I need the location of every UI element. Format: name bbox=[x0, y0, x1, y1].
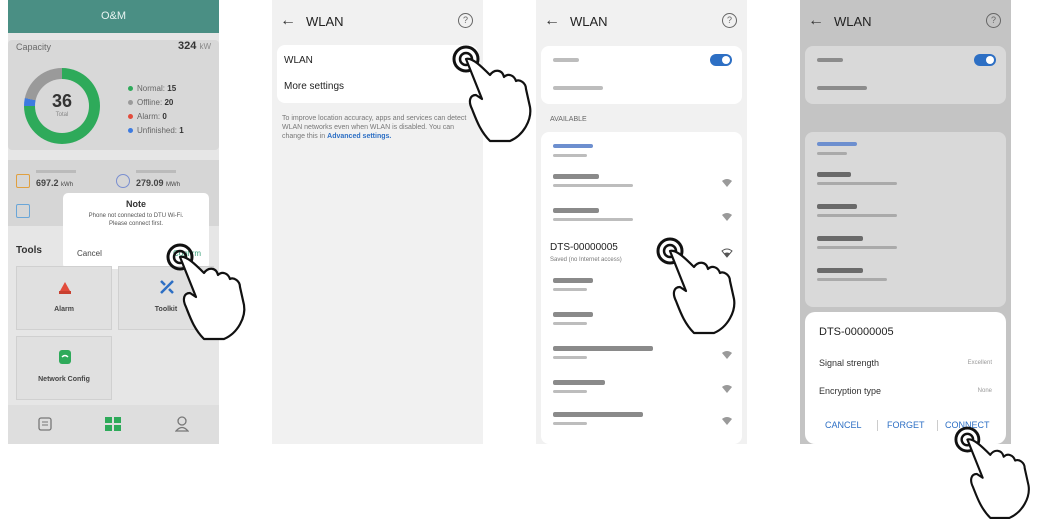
total-devices-count: 36 bbox=[51, 91, 73, 111]
back-arrow-icon[interactable]: ← bbox=[544, 12, 560, 30]
help-icon[interactable]: ? bbox=[986, 13, 1001, 28]
bottom-nav bbox=[8, 405, 219, 444]
wlan-settings-card bbox=[541, 46, 742, 104]
legend-unfinished: Unfinished: 1 bbox=[128, 124, 184, 138]
om-app-screen: O&M Capacity 324 kW 36 Total Normal: 15 … bbox=[8, 0, 219, 444]
wifi-icon bbox=[722, 385, 732, 393]
help-icon[interactable]: ? bbox=[458, 13, 473, 28]
wlan-settings-card bbox=[805, 46, 1006, 104]
page-title: WLAN bbox=[570, 14, 608, 29]
wifi-icon bbox=[722, 417, 732, 425]
app-header-title: O&M bbox=[8, 0, 219, 33]
total-label: Total bbox=[55, 112, 69, 118]
status-legend: Normal: 15 Offline: 20 Alarm: 0 Unfinish… bbox=[128, 82, 184, 138]
page-title: WLAN bbox=[306, 14, 344, 29]
cancel-button[interactable]: Cancel bbox=[77, 249, 102, 258]
tool-network-config-label: Network Config bbox=[38, 376, 90, 383]
capacity-value: 324 kW bbox=[178, 40, 211, 52]
legend-normal: Normal: 15 bbox=[128, 82, 184, 96]
encryption-type-label: Encryption type bbox=[819, 386, 882, 396]
tap-hand-icon bbox=[166, 243, 246, 341]
selected-network-name[interactable]: DTS-00000005 bbox=[550, 242, 618, 253]
tutorial-stage: O&M Capacity 324 kW 36 Total Normal: 15 … bbox=[0, 0, 1041, 523]
more-settings-row[interactable]: More settings bbox=[284, 81, 344, 92]
wifi-lock-icon bbox=[722, 179, 732, 187]
legend-offline: Offline: 20 bbox=[128, 96, 184, 110]
help-icon[interactable]: ? bbox=[722, 13, 737, 28]
energy-month-value: 697.2 kWh bbox=[36, 178, 74, 188]
tool-network-config[interactable]: Network Config bbox=[16, 336, 112, 400]
nav-profile-icon[interactable] bbox=[175, 416, 189, 432]
signal-strength-label: Signal strength bbox=[819, 358, 880, 368]
forget-button[interactable]: FORGET bbox=[887, 420, 925, 430]
encryption-type-value: None bbox=[977, 388, 992, 394]
cancel-button[interactable]: CANCEL bbox=[825, 420, 862, 430]
sheet-network-name: DTS-00000005 bbox=[819, 326, 894, 338]
capacity-card: Capacity 324 kW 36 Total Normal: 15 Offl… bbox=[8, 40, 219, 150]
nav-station-icon[interactable] bbox=[38, 417, 52, 431]
wlan-toggle[interactable] bbox=[974, 54, 996, 66]
legend-alarm: Alarm: 0 bbox=[128, 110, 184, 124]
tool-alarm-label: Alarm bbox=[54, 306, 74, 313]
dialog-message: Phone not connected to DTU Wi-Fi. Please… bbox=[88, 213, 184, 227]
alarm-icon bbox=[59, 282, 71, 294]
device-status-ring: 36 Total bbox=[24, 68, 100, 144]
tap-hand-icon bbox=[954, 426, 1030, 519]
available-section-label: AVAILABLE bbox=[550, 116, 587, 123]
wlan-toggle[interactable] bbox=[710, 54, 732, 66]
network-config-icon bbox=[59, 350, 71, 364]
nav-tools-icon[interactable] bbox=[105, 417, 121, 431]
tools-section-title: Tools bbox=[16, 245, 42, 256]
page-title: WLAN bbox=[834, 14, 872, 29]
energy-icon bbox=[16, 174, 30, 188]
wifi-icon bbox=[722, 351, 732, 359]
tap-hand-icon bbox=[452, 45, 532, 143]
capacity-label: Capacity bbox=[16, 42, 52, 52]
wlan-settings-card: WLAN More settings bbox=[277, 45, 478, 103]
advanced-settings-link[interactable]: Advanced settings. bbox=[327, 133, 391, 140]
tap-hand-icon bbox=[656, 237, 736, 335]
device-icon bbox=[16, 204, 30, 218]
signal-strength-value: Excellent bbox=[967, 360, 992, 366]
available-networks-list bbox=[805, 132, 1006, 307]
wlan-toggle-row[interactable]: WLAN bbox=[284, 55, 313, 66]
lifetime-energy-icon bbox=[116, 174, 130, 188]
tool-alarm[interactable]: Alarm bbox=[16, 266, 112, 330]
wlan-info-text: To improve location accuracy, apps and s… bbox=[282, 115, 467, 140]
wifi-icon bbox=[722, 213, 732, 221]
back-arrow-icon[interactable]: ← bbox=[808, 12, 824, 30]
wlan-network-list-screen: ← WLAN ? AVAILABLE DTS-00000005 Saved (n… bbox=[536, 0, 747, 444]
wlan-connect-sheet-screen: ← WLAN ? DTS-00000005 Signal strength Ex… bbox=[800, 0, 1011, 444]
dialog-title: Note bbox=[126, 199, 146, 209]
selected-network-status: Saved (no Internet access) bbox=[550, 257, 622, 263]
back-arrow-icon[interactable]: ← bbox=[280, 12, 296, 30]
lifetime-energy-value: 279.09 MWh bbox=[136, 178, 181, 188]
